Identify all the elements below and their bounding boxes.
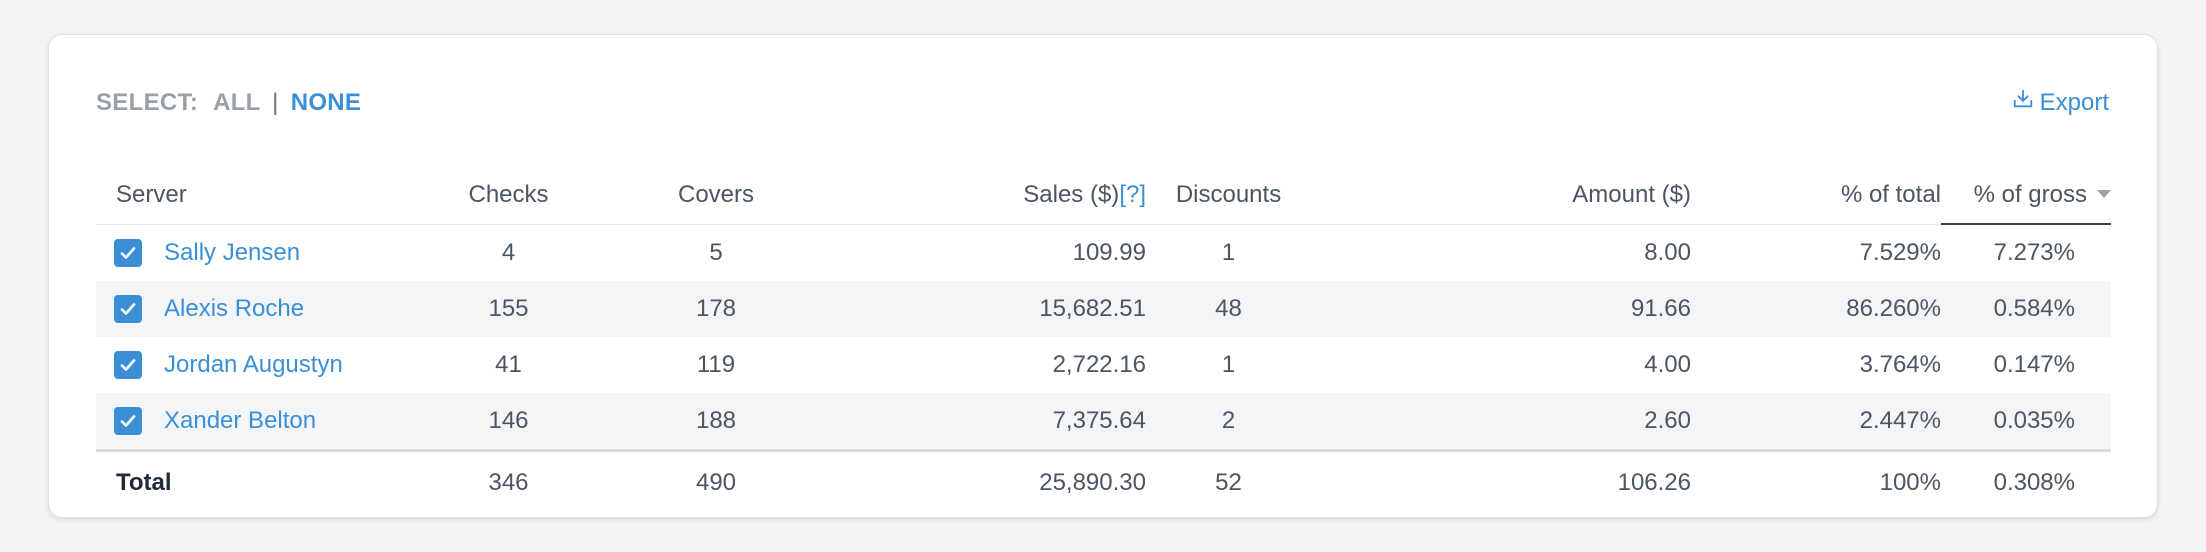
export-label: Export bbox=[2039, 89, 2109, 116]
server-name-link[interactable]: Xander Belton bbox=[164, 407, 316, 435]
cell-pct-gross: 0.584% bbox=[1941, 281, 2111, 337]
header-pct-total[interactable]: % of total bbox=[1691, 167, 1941, 225]
cell-sales: 15,682.51 bbox=[821, 281, 1146, 337]
select-separator: | bbox=[272, 89, 279, 116]
cell-pct-gross: 0.147% bbox=[1993, 351, 2075, 378]
cell-checks: 146 bbox=[406, 393, 611, 452]
total-covers: 490 bbox=[695, 469, 737, 496]
cell-checks: 155 bbox=[406, 281, 611, 337]
report-card: SELECT: ALL | NONE Export Server Checks … bbox=[48, 34, 2158, 518]
row-checkbox[interactable] bbox=[114, 238, 142, 267]
total-pct-total: 100% bbox=[1879, 469, 1941, 496]
select-none-link[interactable]: NONE bbox=[291, 89, 362, 116]
row-checkbox[interactable] bbox=[114, 295, 142, 323]
total-amount: 106.26 bbox=[1617, 469, 1691, 496]
select-all-link[interactable]: ALL bbox=[213, 89, 260, 116]
header-discounts[interactable]: Discounts bbox=[1146, 167, 1311, 225]
server-name-link[interactable]: Sally Jensen bbox=[164, 239, 300, 267]
select-controls: SELECT: ALL | NONE bbox=[96, 83, 361, 123]
table-row: Alexis Roche 155 178 15,682.51 48 91.66 … bbox=[96, 281, 2111, 337]
table-row: Jordan Augustyn 41 119 2,722.16 1 4.00 3… bbox=[96, 337, 2111, 393]
checkmark-icon bbox=[120, 303, 136, 315]
header-covers[interactable]: Covers bbox=[611, 167, 821, 225]
cell-covers: 119 bbox=[696, 351, 736, 378]
header-pct-gross-label: % of gross bbox=[1973, 181, 2087, 208]
row-checkbox[interactable] bbox=[114, 407, 142, 435]
header-checks[interactable]: Checks bbox=[406, 167, 611, 225]
cell-discounts: 48 bbox=[1146, 281, 1311, 337]
table-header-row: Server Checks Covers Sales ($)[?] Discou… bbox=[96, 167, 2111, 225]
table-total-row: Total 346 490 25,890.30 52 106.26 100% 0… bbox=[96, 451, 2111, 515]
total-pct-gross: 0.308% bbox=[1993, 469, 2075, 496]
header-pct-gross[interactable]: % of gross bbox=[1941, 167, 2111, 225]
sales-help-link[interactable]: [?] bbox=[1119, 181, 1146, 208]
cell-discounts: 1 bbox=[1221, 351, 1236, 378]
checkmark-icon bbox=[120, 359, 136, 371]
cell-checks: 4 bbox=[501, 238, 516, 266]
cell-pct-total: 2.447% bbox=[1691, 393, 1941, 452]
server-name-link[interactable]: Alexis Roche bbox=[164, 295, 304, 323]
cell-covers: 5 bbox=[709, 238, 723, 266]
download-tray-icon bbox=[2012, 83, 2034, 123]
server-name-link[interactable]: Jordan Augustyn bbox=[164, 351, 343, 379]
total-checks: 346 bbox=[488, 469, 529, 496]
cell-pct-total: 3.764% bbox=[1859, 351, 1941, 378]
row-checkbox[interactable] bbox=[114, 351, 142, 379]
cell-covers: 178 bbox=[611, 281, 821, 337]
header-server[interactable]: Server bbox=[96, 167, 406, 225]
cell-pct-gross: 0.035% bbox=[1941, 393, 2111, 452]
cell-amount: 91.66 bbox=[1311, 281, 1691, 337]
report-toolbar: SELECT: ALL | NONE Export bbox=[96, 83, 2109, 123]
cell-sales: 109.99 bbox=[1072, 238, 1146, 266]
total-label: Total bbox=[116, 469, 172, 496]
sort-desc-icon bbox=[2097, 189, 2111, 198]
cell-discounts: 2 bbox=[1146, 393, 1311, 452]
table-row: Xander Belton 146 188 7,375.64 2 2.60 2.… bbox=[96, 393, 2111, 452]
cell-covers: 188 bbox=[611, 393, 821, 452]
cell-pct-gross: 7.273% bbox=[1993, 239, 2075, 266]
cell-sales: 2,722.16 bbox=[1052, 351, 1146, 378]
checkmark-icon bbox=[120, 415, 136, 427]
cell-checks: 41 bbox=[495, 351, 522, 378]
cell-pct-total: 86.260% bbox=[1691, 281, 1941, 337]
server-sales-table: Server Checks Covers Sales ($)[?] Discou… bbox=[96, 167, 2111, 514]
select-label: SELECT: bbox=[96, 89, 199, 116]
cell-pct-total: 7.529% bbox=[1859, 238, 1941, 266]
header-amount[interactable]: Amount ($) bbox=[1311, 167, 1691, 225]
cell-amount: 8.00 bbox=[1644, 238, 1691, 266]
cell-amount: 4.00 bbox=[1644, 351, 1691, 378]
header-sales[interactable]: Sales ($)[?] bbox=[821, 167, 1146, 225]
export-button[interactable]: Export bbox=[2012, 83, 2109, 123]
cell-sales: 7,375.64 bbox=[821, 393, 1146, 452]
checkmark-icon bbox=[120, 246, 136, 259]
header-sales-label: Sales ($) bbox=[1023, 181, 1120, 209]
total-discounts: 52 bbox=[1215, 469, 1242, 496]
table-row: Sally Jensen 4 5 109.99 1 8.00 7.529% 7.… bbox=[96, 224, 2111, 281]
cell-discounts: 1 bbox=[1221, 238, 1236, 266]
total-sales: 25,890.30 bbox=[1039, 469, 1146, 496]
cell-amount: 2.60 bbox=[1311, 393, 1691, 452]
